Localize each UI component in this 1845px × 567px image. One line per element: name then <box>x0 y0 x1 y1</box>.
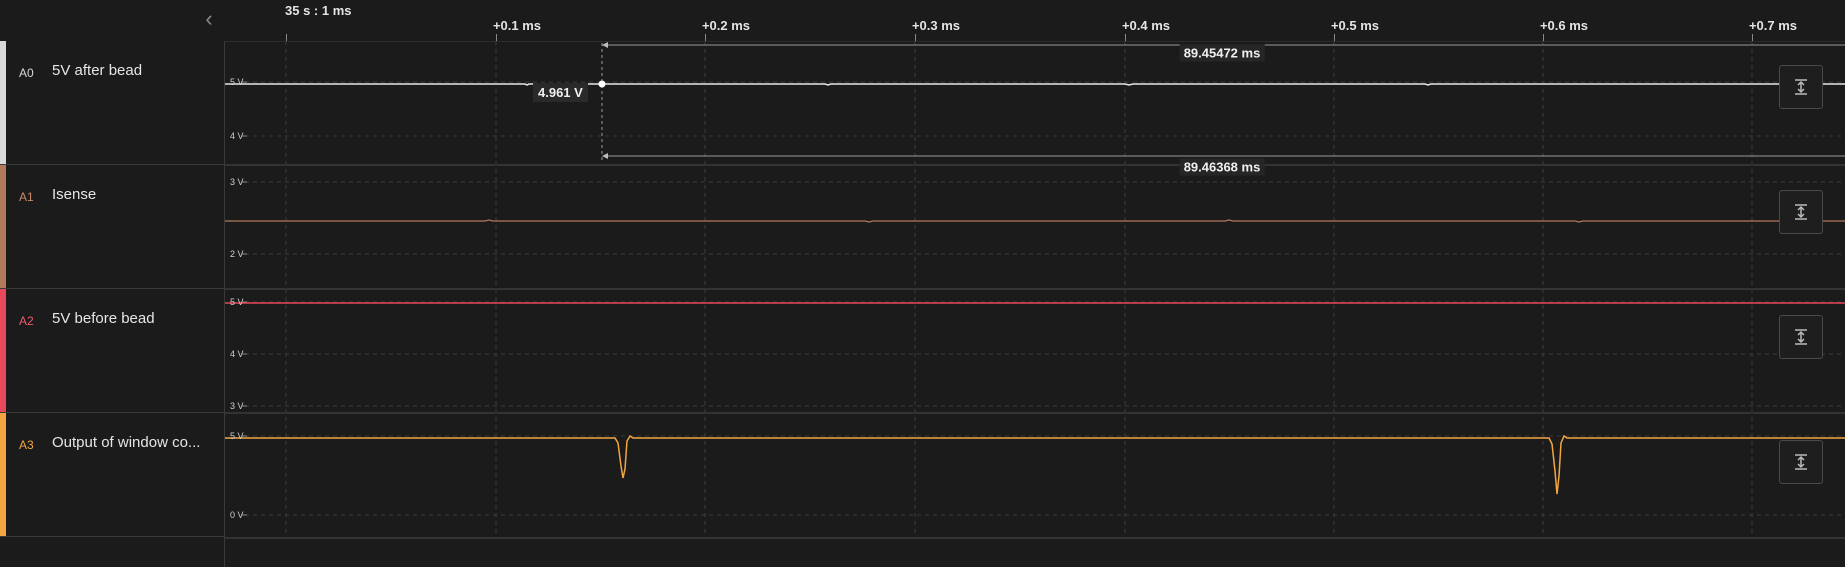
y-axis-label: 5 V <box>230 431 244 441</box>
time-tick-label: +0.1 ms <box>492 18 542 33</box>
time-tick-mark <box>1334 34 1335 41</box>
time-tick-label: +0.3 ms <box>911 18 961 33</box>
fit-vertical-icon <box>1795 204 1807 220</box>
y-axis-label: 5 V <box>230 77 244 87</box>
time-tick-mark <box>1543 34 1544 41</box>
y-axis-label: 0 V <box>230 510 244 520</box>
channel-header-a0[interactable]: A0 5V after bead <box>0 41 224 165</box>
y-axis-label: 5 V <box>230 297 244 307</box>
voltage-gridlines <box>245 81 1845 516</box>
y-axis-label: 4 V <box>230 131 244 141</box>
lane-divider <box>225 288 1845 290</box>
collapse-sidebar-button[interactable]: ‹ <box>198 8 220 30</box>
channel-id: A2 <box>19 314 34 328</box>
fit-vertical-icon <box>1795 79 1807 95</box>
fit-vertical-icon <box>1795 329 1807 345</box>
channel-id: A3 <box>19 438 34 452</box>
lane-divider <box>225 412 1845 414</box>
time-tick-mark <box>705 34 706 41</box>
time-delta-label: 89.46368 ms <box>1179 158 1265 176</box>
autofit-button-a1[interactable] <box>1779 190 1823 234</box>
channel-name[interactable]: 5V after bead <box>52 62 217 79</box>
y-axis-label: 2 V <box>230 249 244 259</box>
cursor-value-label: 4.961 V <box>533 83 588 102</box>
lane-divider <box>225 164 1845 166</box>
channel-color-bar <box>0 289 6 412</box>
channel-color-bar <box>0 165 6 288</box>
time-tick-label: +0.7 ms <box>1748 18 1798 33</box>
trace-a3 <box>225 434 1845 495</box>
time-tick-mark <box>286 34 287 41</box>
channel-id: A0 <box>19 66 34 80</box>
channel-header-a1[interactable]: A1 Isense <box>0 165 224 289</box>
time-tick-mark <box>496 34 497 41</box>
channel-id: A1 <box>19 190 34 204</box>
timeline-header[interactable]: ‹ 35 s : 1 ms +0.1 ms +0.2 ms +0.3 ms +0… <box>0 0 1845 42</box>
autofit-button-a2[interactable] <box>1779 315 1823 359</box>
channel-header-a2[interactable]: A2 5V before bead <box>0 289 224 413</box>
channel-color-bar <box>0 41 6 164</box>
channel-label-column: A0 5V after bead A1 Isense A2 5V before … <box>0 41 225 567</box>
channel-name[interactable]: 5V before bead <box>52 310 217 327</box>
time-tick-mark <box>1752 34 1753 41</box>
channel-header-a3[interactable]: A3 Output of window co... <box>0 413 224 537</box>
time-tick-mark <box>915 34 916 41</box>
y-axis-label: 3 V <box>230 401 244 411</box>
autofit-button-a0[interactable] <box>1779 65 1823 109</box>
trace-a0 <box>225 83 1845 86</box>
time-tick-mark <box>1125 34 1126 41</box>
autofit-button-a3[interactable] <box>1779 440 1823 484</box>
y-axis-label: 4 V <box>230 349 244 359</box>
time-delta-label: 89.45472 ms <box>1179 44 1265 62</box>
y-axis-label: 3 V <box>230 177 244 187</box>
channel-name[interactable]: Output of window co... <box>52 434 217 451</box>
lane-divider <box>225 537 1845 539</box>
timeline-origin-label: 35 s : 1 ms <box>285 3 352 18</box>
time-tick-label: +0.6 ms <box>1539 18 1589 33</box>
fit-vertical-icon <box>1795 454 1807 470</box>
time-tick-label: +0.5 ms <box>1330 18 1380 33</box>
chevron-left-icon: ‹ <box>205 6 213 31</box>
trace-a1 <box>225 219 1845 223</box>
time-tick-label: +0.4 ms <box>1121 18 1171 33</box>
channel-name[interactable]: Isense <box>52 186 217 203</box>
channel-color-bar <box>0 413 6 536</box>
time-tick-label: +0.2 ms <box>701 18 751 33</box>
